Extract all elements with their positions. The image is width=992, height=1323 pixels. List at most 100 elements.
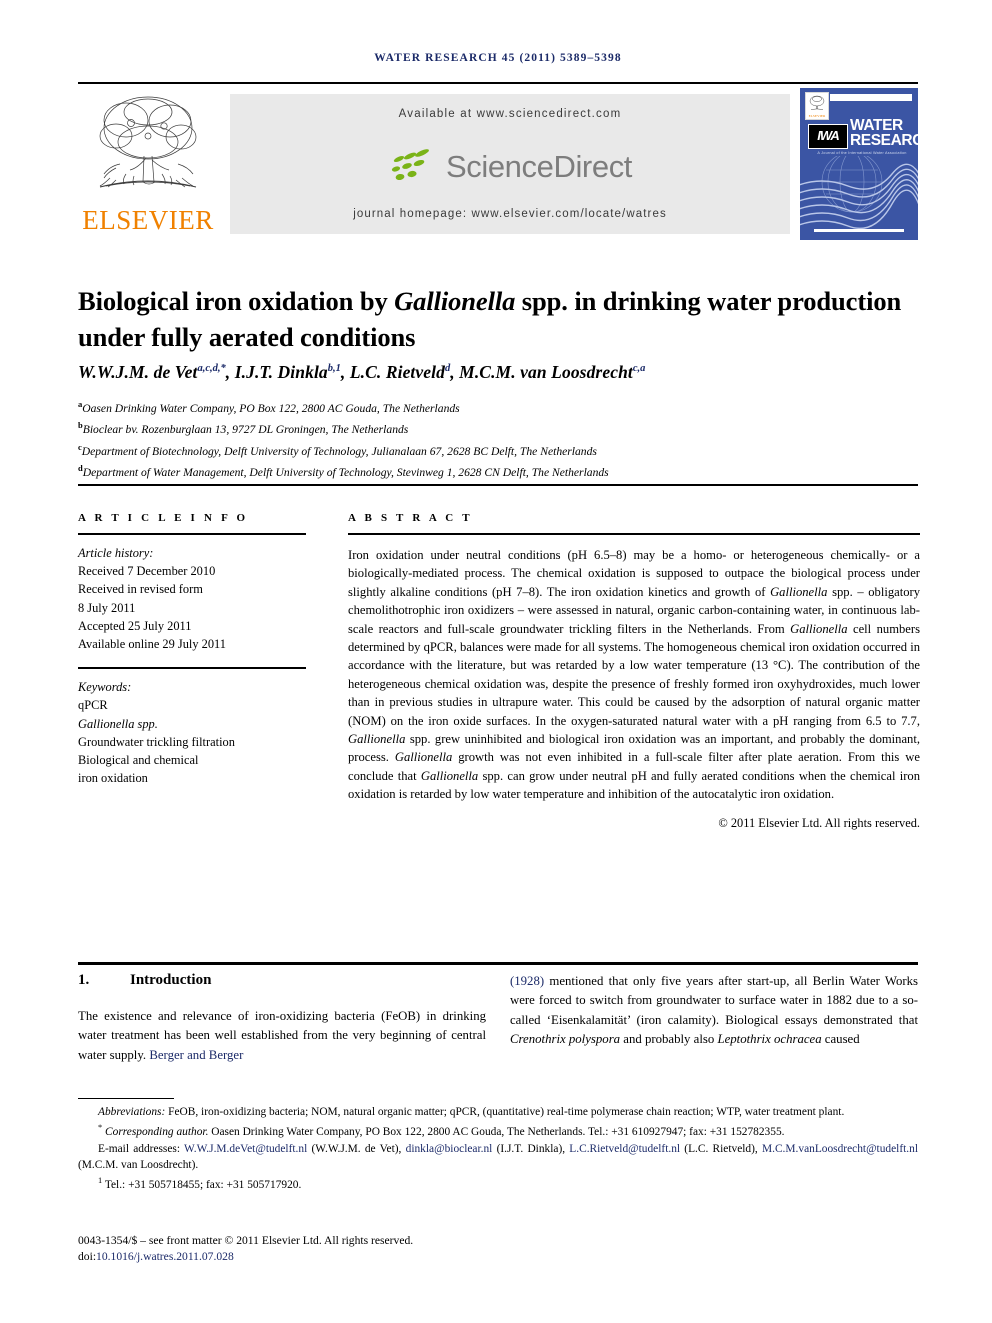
email-owner: (W.W.J.M. de Vet),: [307, 1142, 406, 1155]
introduction-top-rule: [78, 962, 918, 965]
author-note-1: 1 Tel.: +31 505718455; fax: +31 50571792…: [78, 1173, 918, 1193]
affiliation-item: cDepartment of Biotechnology, Delft Univ…: [78, 439, 923, 460]
journal-article-page: WATER RESEARCH 45 (2011) 5389–5398 ELSEV…: [0, 0, 992, 1323]
keyword-item: Gallionella spp.: [78, 716, 158, 731]
abstract-genus: Gallionella: [420, 768, 479, 783]
keyword-item: Biological and chemical: [78, 753, 199, 768]
citation-link[interactable]: Berger and Berger: [149, 1048, 243, 1062]
article-info-rule: [78, 533, 306, 535]
abstract-seg: cell numbers determined by qPCR, balance…: [348, 621, 920, 728]
keywords-label: Keywords:: [78, 680, 132, 695]
history-item: 8 July 2011: [78, 600, 136, 615]
issn-copyright-line: 0043-1354/$ – see front matter © 2011 El…: [78, 1234, 414, 1247]
affiliation-text: Department of Water Management, Delft Un…: [82, 466, 609, 480]
corresponding-label: Corresponding author.: [105, 1126, 209, 1139]
author-affil-marker: c,a: [632, 363, 646, 375]
history-item: Accepted 25 July 2011: [78, 618, 192, 633]
email-link[interactable]: dinkla@bioclear.nl: [406, 1143, 493, 1155]
abstract-text: Iron oxidation under neutral conditions …: [348, 546, 920, 804]
sciencedirect-wordmark: ScienceDirect: [445, 149, 633, 184]
email-link[interactable]: L.C.Rietveld@tudelft.nl: [569, 1143, 680, 1155]
author-list: W.W.J.M. de Veta,c,d,*, I.J.T. Dinklab,1…: [78, 362, 646, 382]
email-owner: (I.J.T. Dinkla),: [492, 1142, 570, 1155]
email-link[interactable]: M.C.M.vanLoosdrecht@tudelft.nl: [762, 1143, 918, 1155]
keyword-item: Groundwater trickling filtration: [78, 734, 235, 749]
species-name: Leptothrix ochracea: [717, 1032, 822, 1047]
affiliation-text: Bioclear bv. Rozenburglaan 13, 9727 DL G…: [82, 423, 409, 437]
cover-wave-globe-graphic: [800, 156, 918, 230]
corresponding-marker: *: [98, 1123, 103, 1133]
journal-homepage-text: journal homepage: www.elsevier.com/locat…: [353, 208, 667, 220]
species-name: Crenothrix polyspora: [510, 1032, 621, 1047]
affiliation-item: bBioclear bv. Rozenburglaan 13, 9727 DL …: [78, 417, 923, 438]
intro-column-left: The existence and relevance of iron-oxid…: [78, 1007, 486, 1065]
intro-text-seg: and probably also: [620, 1032, 718, 1047]
intro-text-seg: The existence and relevance of iron-oxid…: [78, 1009, 486, 1062]
article-info-heading: A R T I C L E I N F O: [78, 512, 249, 524]
footnote-block: Abbreviations: FeOB, iron-oxidizing bact…: [78, 1104, 918, 1194]
cover-elsevier-badge: ELSEVIER: [805, 92, 829, 120]
cover-top-bar: [830, 94, 912, 101]
keyword-item: iron oxidation: [78, 771, 148, 786]
title-part-1: Biological iron oxidation by: [78, 285, 395, 316]
affiliation-item: aOasen Drinking Water Company, PO Box 12…: [78, 396, 923, 417]
abbreviations-note: Abbreviations: FeOB, iron-oxidizing bact…: [78, 1104, 918, 1120]
intro-text-seg: mentioned that only five years after sta…: [510, 974, 918, 1027]
author-name: I.J.T. Dinkla: [234, 362, 328, 382]
email-owner: (L.C. Rietveld),: [680, 1142, 762, 1155]
cover-tree-icon: [809, 95, 825, 110]
author-affil-marker: b,1: [327, 363, 341, 375]
cover-elsevier-wordmark: ELSEVIER: [808, 114, 826, 118]
doi-link[interactable]: 10.1016/j.watres.2011.07.028: [96, 1250, 234, 1263]
email-owner: (M.C.M. van Loosdrecht).: [78, 1159, 199, 1172]
sciencedirect-logo: ScienceDirect: [230, 142, 790, 192]
article-history-label: Article history:: [78, 546, 154, 560]
author-name: M.C.M. van Loosdrecht: [459, 362, 633, 382]
abstract-genus: Gallionella: [790, 621, 848, 636]
affiliation-text: Oasen Drinking Water Company, PO Box 122…: [82, 401, 460, 415]
cover-tagline: A Journal of the International Water Ass…: [817, 151, 907, 155]
elsevier-tree-icon: [99, 96, 197, 188]
cover-bottom-bar: [814, 229, 904, 232]
abstract-heading: A B S T R A C T: [348, 512, 473, 524]
citation-link[interactable]: (1928): [510, 974, 544, 988]
elsevier-logo: ELSEVIER: [78, 90, 218, 238]
author-name: L.C. Rietveld: [349, 362, 445, 382]
email-link[interactable]: W.W.J.M.deVet@tudelft.nl: [184, 1143, 307, 1155]
journal-cover-image: ELSEVIER IWA WATER RESEARCH A Journal of…: [800, 88, 918, 240]
author-affil-marker: d: [444, 363, 451, 375]
affiliation-item: dDepartment of Water Management, Delft U…: [78, 460, 923, 481]
keywords-block: Keywords: qPCR Gallionella spp. Groundwa…: [78, 678, 306, 787]
intro-column-right: (1928) mentioned that only five years af…: [510, 972, 918, 1050]
abstract-copyright: © 2011 Elsevier Ltd. All rights reserved…: [718, 815, 920, 830]
running-head: WATER RESEARCH 45 (2011) 5389–5398: [374, 52, 622, 64]
article-info-block: A R T I C L E I N F O Article history: R…: [78, 512, 306, 787]
corresponding-author-note: * Corresponding author. Oasen Drinking W…: [78, 1120, 918, 1140]
abbreviations-label: Abbreviations:: [98, 1106, 166, 1118]
doi-line: doi:10.1016/j.watres.2011.07.028: [78, 1250, 234, 1263]
author-affil-marker: a,c,d,*: [197, 363, 226, 375]
intro-text-seg: caused: [821, 1032, 860, 1047]
keywords-rule: [78, 667, 306, 670]
iwa-logo-badge: IWA: [808, 124, 848, 149]
title-genus: Gallionella: [394, 285, 516, 316]
affiliation-text: Department of Biotechnology, Delft Unive…: [81, 444, 597, 458]
cover-title-line-2: RESEARCH: [850, 132, 918, 149]
history-item: Received in revised form: [78, 582, 203, 597]
keyword-item: qPCR: [78, 698, 108, 713]
abstract-rule: [348, 533, 920, 535]
author-name: W.W.J.M. de Vet: [78, 362, 198, 382]
page-title: Biological iron oxidation by Gallionella…: [78, 283, 923, 355]
abbreviations-text: FeOB, iron-oxidizing bacteria; NOM, natu…: [165, 1106, 845, 1118]
email-addresses-note: E-mail addresses: W.W.J.M.deVet@tudelft.…: [78, 1141, 918, 1174]
history-item: Available online 29 July 2011: [78, 637, 226, 652]
elsevier-wordmark: ELSEVIER: [82, 205, 214, 235]
iwa-label: IWA: [817, 128, 840, 143]
abstract-block: A B S T R A C T Iron oxidation under neu…: [348, 512, 920, 831]
sciencedirect-banner: Available at www.sciencedirect.com Scien…: [230, 94, 790, 234]
article-history: Article history: Received 7 December 201…: [78, 544, 306, 653]
masthead: ELSEVIER Available at www.sciencedirect.…: [78, 88, 918, 240]
note-text: Tel.: +31 505718455; fax: +31 505717920.: [102, 1179, 302, 1192]
cover-journal-title: WATER RESEARCH: [850, 118, 918, 149]
corresponding-text: Oasen Drinking Water Company, PO Box 122…: [208, 1126, 785, 1139]
